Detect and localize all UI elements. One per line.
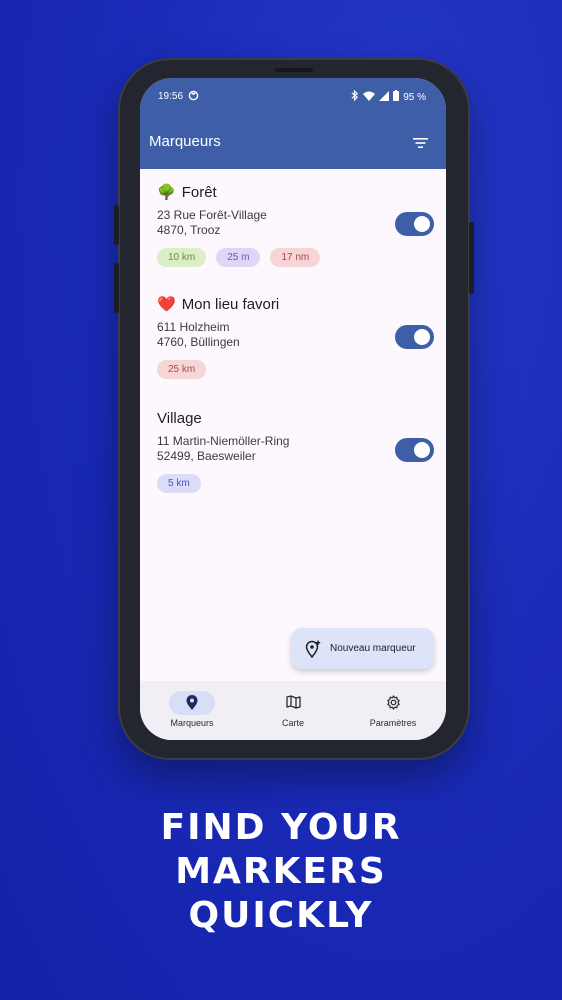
volume-up-button [114, 205, 119, 245]
volume-down-button [114, 263, 119, 313]
distance-chip: 5 km [157, 474, 201, 493]
wifi-icon [363, 91, 376, 104]
new-marker-label: Nouveau marqueur [330, 643, 416, 654]
distance-chip: 17 nm [270, 248, 321, 267]
nav-item-map[interactable]: Carte [243, 691, 343, 728]
phone-screen: 19:56 95 % Marqueurs 🌳 Forêt 23 Rue Forê… [140, 78, 446, 740]
battery-percent: 95 % [403, 91, 426, 103]
marker-card[interactable]: 🌳 Forêt 23 Rue Forêt-Village 4870, Trooz… [157, 182, 442, 267]
nav-label-map: Carte [281, 718, 304, 728]
tree-icon: 🌳 [157, 184, 176, 201]
power-button [469, 222, 474, 294]
status-time: 19:56 [158, 91, 184, 102]
location-pin-icon [186, 694, 198, 712]
marker-name: Village [157, 409, 202, 427]
bluetooth-icon [350, 89, 359, 104]
status-bar: 19:56 95 % [140, 78, 446, 114]
speaker [275, 68, 313, 72]
map-icon [285, 695, 301, 711]
headline-line: QUICKLY [188, 895, 374, 936]
marker-card[interactable]: Village 11 Martin-Niemöller-Ring 52499, … [157, 408, 442, 493]
marker-name: Mon lieu favori [181, 295, 280, 313]
nav-label-settings: Paramètres [369, 718, 417, 728]
gear-icon [386, 694, 401, 712]
bottom-navigation: Marqueurs Carte Paramètres [140, 681, 446, 740]
page-title: Marqueurs [149, 133, 221, 150]
distance-chip: 25 m [216, 248, 261, 267]
marker-card[interactable]: ❤️ Mon lieu favori 611 Holzheim 4760, Bü… [157, 294, 442, 379]
headline-line: MARKERS [175, 851, 387, 892]
nav-item-markers[interactable]: Marqueurs [142, 691, 242, 728]
heart-icon: ❤️ [157, 296, 176, 313]
signal-icon [379, 90, 390, 104]
notification-icon [188, 90, 199, 104]
app-bar: Marqueurs [140, 114, 446, 169]
headline-line: FIND YOUR [160, 807, 402, 848]
promo-headline: FIND YOUR MARKERS QUICKLY [0, 806, 562, 938]
battery-icon [393, 90, 400, 104]
add-location-icon [305, 640, 321, 658]
distance-chip: 25 km [157, 360, 207, 379]
marker-name: Forêt [181, 183, 217, 201]
new-marker-button[interactable]: Nouveau marqueur [291, 628, 434, 669]
nav-item-settings[interactable]: Paramètres [343, 691, 443, 728]
distance-chip: 10 km [157, 248, 207, 267]
marker-toggle[interactable] [395, 212, 434, 236]
sort-icon[interactable] [413, 136, 428, 154]
nav-label-markers: Marqueurs [170, 718, 214, 728]
marker-toggle[interactable] [395, 438, 434, 462]
marker-toggle[interactable] [395, 325, 434, 349]
